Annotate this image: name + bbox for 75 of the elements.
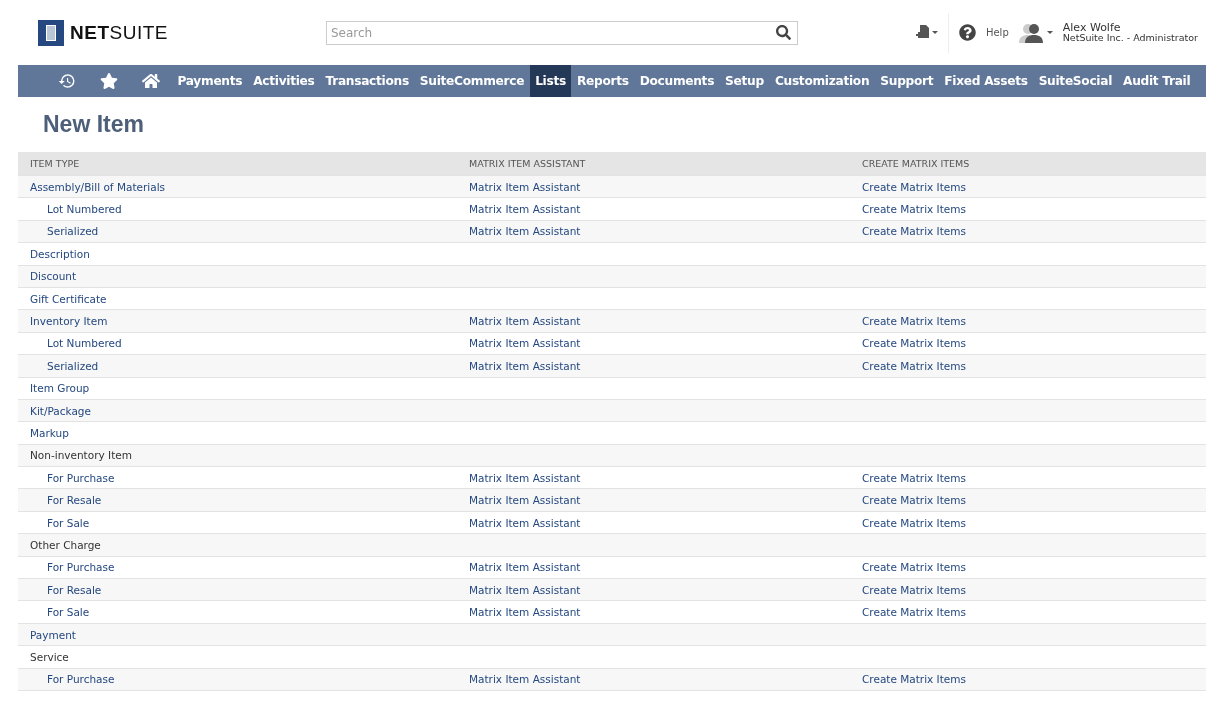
matrix-assistant-link[interactable]: Matrix Item Assistant (469, 337, 581, 350)
item-type-link[interactable]: Serialized (47, 359, 99, 372)
nav-tab[interactable]: Transactions (320, 65, 415, 97)
item-type-link[interactable]: Description (30, 247, 90, 260)
create-matrix-link[interactable]: Create Matrix Items (862, 359, 966, 372)
matrix-assistant-link[interactable]: Matrix Item Assistant (469, 494, 581, 507)
user-name: Alex Wolfe (1062, 21, 1122, 34)
nav-tab[interactable]: Activities (247, 65, 321, 97)
create-matrix-link[interactable]: Create Matrix Items (862, 180, 966, 193)
matrix-assistant-link[interactable]: Matrix Item Assistant (469, 583, 581, 596)
item-type-link[interactable]: For Resale (47, 494, 102, 507)
matrix-assistant-link[interactable]: Matrix Item Assistant (469, 606, 581, 619)
matrix-assistant-link[interactable]: Matrix Item Assistant (469, 203, 581, 216)
create-matrix-link[interactable]: Create Matrix Items (862, 561, 966, 574)
create-matrix-link[interactable]: Create Matrix Items (862, 337, 966, 350)
page-title: New Item (42, 110, 145, 139)
create-matrix-link[interactable]: Create Matrix Items (862, 494, 966, 507)
item-type-link[interactable]: For Purchase (47, 471, 115, 484)
user-avatar-icon[interactable] (1018, 22, 1053, 43)
item-type-label: Non-inventory Item (30, 449, 132, 462)
user-role: NetSuite Inc. - Administrator (1062, 33, 1198, 44)
item-type-link[interactable]: Lot Numbered (47, 337, 122, 350)
item-type-link[interactable]: For Resale (47, 583, 102, 596)
nav-tab[interactable]: Setup (719, 65, 770, 97)
nav-tab[interactable]: SuiteSocial (1033, 65, 1118, 97)
create-matrix-link[interactable]: Create Matrix Items (862, 471, 966, 484)
column-header: CREATE MATRIX ITEMS (861, 158, 971, 169)
matrix-assistant-link[interactable]: Matrix Item Assistant (469, 180, 581, 193)
create-matrix-link[interactable]: Create Matrix Items (862, 516, 966, 529)
matrix-assistant-link[interactable]: Matrix Item Assistant (469, 315, 581, 328)
item-type-link[interactable]: Gift Certificate (30, 292, 107, 305)
item-type-label: Other Charge (30, 538, 101, 551)
column-header: MATRIX ITEM ASSISTANT (468, 158, 587, 169)
item-type-link[interactable]: For Sale (47, 516, 90, 529)
matrix-assistant-link[interactable]: Matrix Item Assistant (469, 471, 581, 484)
nav-tab[interactable]: Documents (634, 65, 720, 97)
nav-tab[interactable]: Audit Trail (1117, 65, 1196, 97)
matrix-assistant-link[interactable]: Matrix Item Assistant (469, 516, 581, 529)
logo-text: NETSUITE (70, 21, 168, 44)
create-matrix-link[interactable]: Create Matrix Items (862, 225, 966, 238)
item-type-link[interactable]: Discount (30, 270, 77, 283)
nav-tab[interactable]: Payments (172, 65, 248, 97)
search-icon[interactable] (776, 24, 791, 40)
item-type-link[interactable]: For Purchase (47, 673, 115, 686)
help-icon[interactable] (958, 24, 976, 41)
nav-tab[interactable]: Customization (769, 65, 875, 97)
nav-tab[interactable]: SuiteCommerce (414, 65, 530, 97)
search-field[interactable]: Search (326, 20, 798, 45)
nav-tab[interactable]: Fixed Assets (938, 65, 1034, 97)
item-type-link[interactable]: Inventory Item (30, 315, 108, 328)
item-type-link[interactable]: For Purchase (47, 561, 115, 574)
item-type-link[interactable]: Lot Numbered (47, 203, 122, 216)
nav-tab[interactable]: Reports (571, 65, 635, 97)
create-matrix-link[interactable]: Create Matrix Items (862, 315, 966, 328)
item-type-link[interactable]: Kit/Package (30, 404, 91, 417)
matrix-assistant-link[interactable]: Matrix Item Assistant (469, 673, 581, 686)
item-type-link[interactable]: Markup (30, 427, 69, 439)
item-type-link[interactable]: For Sale (47, 606, 90, 619)
item-type-link[interactable]: Payment (30, 628, 76, 641)
item-type-link[interactable]: Assembly/Bill of Materials (30, 180, 166, 193)
matrix-assistant-link[interactable]: Matrix Item Assistant (469, 359, 581, 372)
create-matrix-link[interactable]: Create Matrix Items (862, 673, 966, 686)
create-matrix-link[interactable]: Create Matrix Items (862, 606, 966, 619)
matrix-assistant-link[interactable]: Matrix Item Assistant (469, 561, 581, 574)
help-link[interactable]: Help (985, 27, 1009, 38)
nav-tab[interactable]: Lists (529, 65, 572, 97)
item-type-link[interactable]: Serialized (47, 225, 99, 238)
matrix-assistant-link[interactable]: Matrix Item Assistant (469, 225, 581, 238)
item-type-link[interactable]: Item Group (30, 382, 90, 395)
nav-tab[interactable]: Support (874, 65, 939, 97)
logo-icon (38, 19, 64, 46)
create-matrix-link[interactable]: Create Matrix Items (862, 583, 966, 596)
column-header: ITEM TYPE (29, 158, 81, 169)
item-type-label: Service (30, 650, 69, 663)
create-matrix-link[interactable]: Create Matrix Items (862, 203, 966, 216)
